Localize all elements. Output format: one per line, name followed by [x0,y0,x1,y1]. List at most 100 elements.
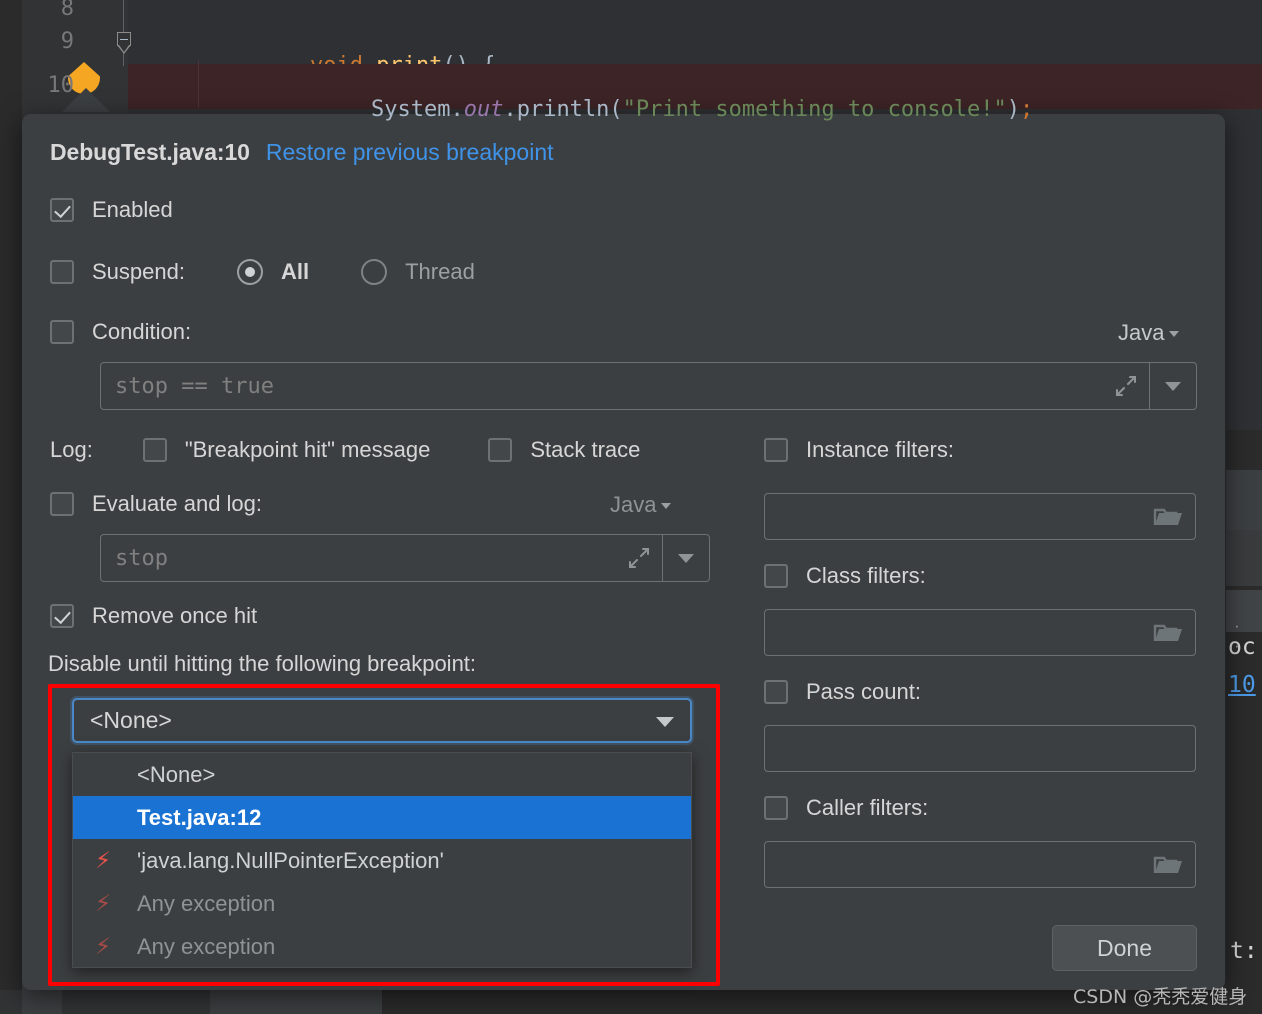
condition-history-dropdown-icon[interactable] [1150,363,1196,409]
token-string-literal: "Print something to console!" [623,97,1007,122]
browse-folder-icon[interactable] [1145,494,1195,539]
token-close-paren: ) [1007,97,1020,122]
evaluate-and-log-input[interactable]: stop [100,534,710,582]
caller-filters-checkbox[interactable] [764,796,788,820]
enabled-checkbox[interactable] [50,198,74,222]
log-breakpoint-hit-label: "Breakpoint hit" message [185,437,431,463]
token-open-paren: ( [609,97,622,122]
log-breakpoint-hit-checkbox[interactable] [143,438,167,462]
watermark: CSDN @秃秃爱健身 [1073,982,1247,1009]
token-semicolon: ; [1020,97,1033,122]
caller-filters-row[interactable]: Caller filters: [764,795,928,821]
log-stack-trace-label: Stack trace [530,437,640,463]
list-item[interactable]: ⚡ Any exception [73,882,691,925]
remove-once-hit-checkbox[interactable] [50,604,74,628]
exception-bolt-icon: ⚡ [95,848,121,874]
right-panel-text-fragment: oc [1228,634,1256,660]
token-println: println [517,97,610,122]
suspend-thread-label: Thread [405,259,475,285]
suspend-row[interactable]: Suspend: All Thread [50,259,475,285]
class-filters-input[interactable] [764,609,1196,656]
list-item[interactable]: Test.java:12 [73,796,691,839]
disable-until-row: Disable until hitting the following brea… [48,651,476,677]
disable-until-combobox[interactable]: <None> [72,698,692,743]
expand-editor-icon[interactable] [616,535,662,581]
condition-language-label: Java [1118,320,1164,345]
evaluate-input-placeholder: stop [101,546,616,571]
list-item-label: Test.java:12 [137,805,261,831]
class-filters-label: Class filters: [806,563,926,589]
remove-once-hit-row[interactable]: Remove once hit [50,603,257,629]
caller-filters-label: Caller filters: [806,795,928,821]
list-item-label: Any exception [137,934,275,960]
pass-count-row[interactable]: Pass count: [764,679,921,705]
screen-root: 8 9 void print() { 10 System.out.println… [0,0,1262,1014]
token-out: out [464,97,504,122]
instance-filters-input[interactable] [764,493,1196,540]
done-button[interactable]: Done [1052,925,1197,971]
expand-editor-icon[interactable] [1103,363,1149,409]
evaluate-and-log-row[interactable]: Evaluate and log: [50,491,262,517]
evaluate-language-selector[interactable]: Java [610,492,671,518]
browse-folder-icon[interactable] [1145,610,1195,655]
right-panel-row-1 [1226,470,1262,530]
evaluate-and-log-label: Evaluate and log: [92,491,262,517]
code-line-9: 9 void print() { [0,20,1262,65]
chevron-down-icon [1169,331,1179,337]
list-item[interactable]: ⚡ Any exception [73,925,691,968]
suspend-label: Suspend: [92,259,185,285]
suspend-all-radio[interactable] [237,259,263,285]
suspend-all-label: All [281,259,309,285]
enabled-row[interactable]: Enabled [50,197,173,223]
condition-row[interactable]: Condition: [50,319,191,345]
line-number-9: 9 [10,29,74,54]
evaluate-and-log-checkbox[interactable] [50,492,74,516]
breakpoint-dot-icon [95,805,121,831]
line-number-8: 8 [10,0,74,21]
condition-checkbox[interactable] [50,320,74,344]
instance-filters-row[interactable]: Instance filters: [764,437,954,463]
log-stack-trace-checkbox[interactable] [488,438,512,462]
disable-until-dropdown-list[interactable]: <None> Test.java:12 ⚡ 'java.lang.NullPoi… [72,752,692,968]
pass-count-label: Pass count: [806,679,921,705]
log-row[interactable]: Log: "Breakpoint hit" message Stack trac… [50,437,640,463]
list-item-label: 'java.lang.NullPointerException' [137,848,444,874]
condition-label: Condition: [92,319,191,345]
right-panel-label-fragment: t: [1230,938,1258,964]
right-panel-row-2 [1226,530,1262,586]
disable-until-selected-value: <None> [74,707,640,734]
page-title: DebugTest.java:10 [50,139,250,166]
caller-filters-input[interactable] [764,841,1196,888]
list-item[interactable]: <None> [73,753,691,796]
indent-guide [198,60,199,108]
no-icon [95,762,121,788]
pass-count-checkbox[interactable] [764,680,788,704]
browse-folder-icon[interactable] [1145,842,1195,887]
exception-bolt-icon: ⚡ [95,891,121,917]
token-dot-2: . [503,97,516,122]
class-filters-row[interactable]: Class filters: [764,563,926,589]
disable-until-label: Disable until hitting the following brea… [48,651,476,677]
condition-input-placeholder: stop == true [101,374,1103,399]
code-line-10: 10 System.out.println("Print something t… [0,64,1262,109]
suspend-thread-radio[interactable] [361,259,387,285]
code-fold-collapse-icon[interactable] [117,32,131,46]
evaluate-language-label: Java [610,492,656,517]
list-item[interactable]: ⚡ 'java.lang.NullPointerException' [73,839,691,882]
condition-input[interactable]: stop == true [100,362,1197,410]
class-filters-checkbox[interactable] [764,564,788,588]
pass-count-input[interactable] [764,725,1196,772]
evaluate-history-dropdown-icon[interactable] [663,535,709,581]
left-toolbar-rail [0,430,22,1014]
chevron-down-icon[interactable] [640,700,690,741]
instance-filters-label: Instance filters: [806,437,954,463]
instance-filters-checkbox[interactable] [764,438,788,462]
list-item-label: Any exception [137,891,275,917]
token-dot-1: . [450,97,463,122]
status-bar-seg-1 [0,990,22,1014]
suspend-checkbox[interactable] [50,260,74,284]
condition-language-selector[interactable]: Java [1118,320,1179,346]
log-label: Log: [50,437,93,463]
right-panel-line-link[interactable]: 10 [1228,672,1256,698]
status-bar-seg-2 [62,990,210,1014]
